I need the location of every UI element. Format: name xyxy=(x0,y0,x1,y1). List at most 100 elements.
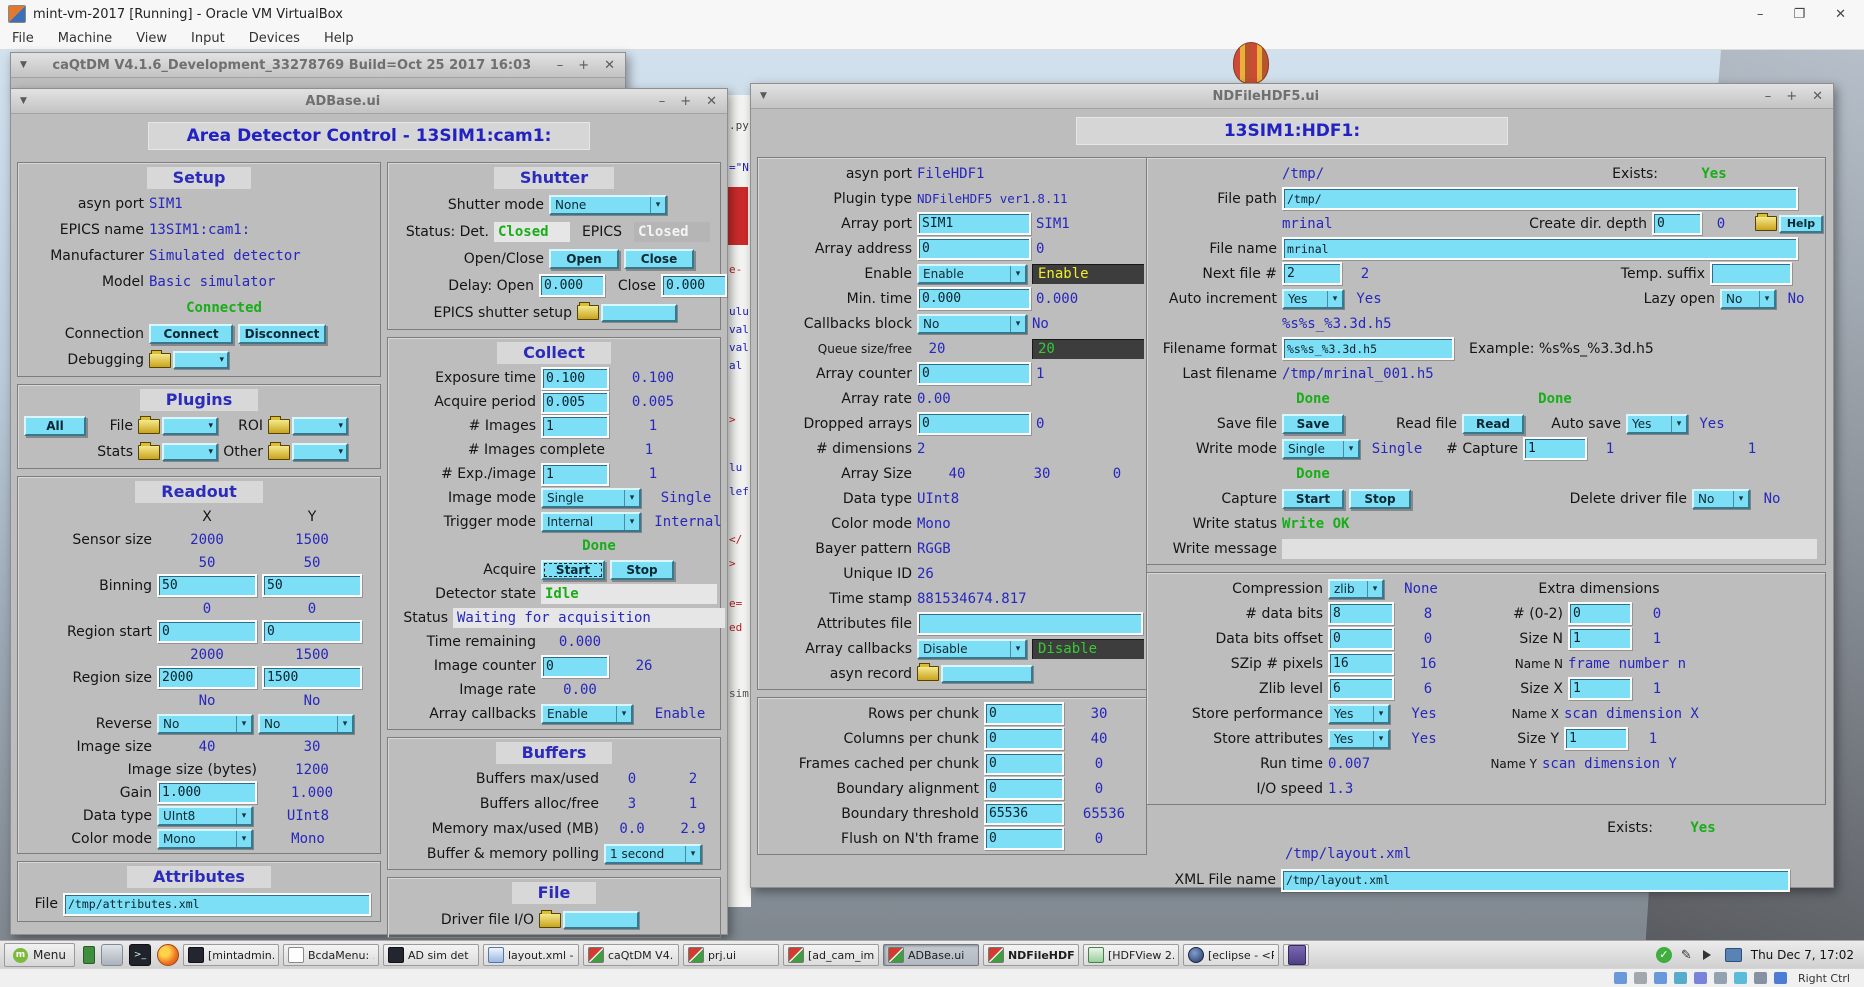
input-1[interactable]: 1 xyxy=(541,415,609,438)
menu-input[interactable]: Input xyxy=(191,31,225,46)
button-close[interactable]: Close xyxy=(624,249,694,269)
folder-menu-button[interactable]: ▾ xyxy=(138,443,218,461)
caqtdm-main-window[interactable]: ▼ caQtDM V4.1.6_Development_33278769 Bui… xyxy=(10,52,626,90)
select-yes[interactable]: Yes▾ xyxy=(1626,414,1688,434)
menu-view[interactable]: View xyxy=(136,31,167,46)
taskbar-window-ad-cam-im[interactable]: [ad_cam_im... xyxy=(783,944,879,966)
menu-devices[interactable]: Devices xyxy=(249,31,300,46)
input-0[interactable]: 0 xyxy=(984,702,1064,725)
close-icon[interactable]: ✕ xyxy=(1835,7,1846,22)
input-0[interactable]: 0 xyxy=(917,362,1031,385)
terminal-icon[interactable]: >_ xyxy=(129,944,151,966)
input-tmp[interactable]: /tmp/ xyxy=(1282,187,1798,210)
taskbar-window-eclipse-p[interactable]: [eclipse - <P... xyxy=(1183,944,1279,966)
close-icon[interactable]: ✕ xyxy=(604,58,615,73)
maximize-icon[interactable]: ❐ xyxy=(1793,7,1805,22)
button-read[interactable]: Read xyxy=(1462,414,1524,434)
select-1-second[interactable]: 1 second▾ xyxy=(604,844,702,864)
taskbar-window-prj-ui[interactable]: prj.ui xyxy=(683,944,779,966)
select-yes[interactable]: Yes▾ xyxy=(1328,729,1390,749)
hdd-icon[interactable] xyxy=(1614,972,1627,984)
button-disconnect[interactable]: Disconnect xyxy=(238,324,326,344)
select-enable[interactable]: Enable▾ xyxy=(541,704,633,724)
folder-menu-button[interactable] xyxy=(539,911,639,929)
button-start[interactable]: Start xyxy=(541,560,605,580)
menu-button[interactable]: m Menu xyxy=(4,943,75,967)
taskbar-window-eclipse-launcher[interactable] xyxy=(1283,944,1309,966)
shared-folder-icon[interactable] xyxy=(1714,972,1727,984)
button-open[interactable]: Open xyxy=(549,249,619,269)
select-yes[interactable]: Yes▾ xyxy=(1282,289,1344,309)
folder-menu-button[interactable] xyxy=(577,304,677,322)
menu-machine[interactable]: Machine xyxy=(58,31,112,46)
input-1[interactable]: 1 xyxy=(1523,437,1587,460)
input-s-s-3-3d-h5[interactable]: %s%s_%3.3d.h5 xyxy=(1282,337,1454,360)
button-connect[interactable]: Connect xyxy=(149,324,233,344)
hdf-titlebar[interactable]: ▼ NDFileHDF5.ui – + ✕ xyxy=(751,84,1833,109)
input-sim1[interactable]: SIM1 xyxy=(917,212,1031,235)
button-start[interactable]: Start xyxy=(1282,489,1344,509)
maximize-icon[interactable]: + xyxy=(1786,89,1797,104)
network-icon[interactable] xyxy=(1674,972,1687,984)
select-none[interactable]: None▾ xyxy=(549,195,667,215)
window-menu-icon[interactable]: ▼ xyxy=(20,96,27,106)
firefox-icon[interactable] xyxy=(157,944,179,966)
select-zlib[interactable]: zlib▾ xyxy=(1328,579,1384,599)
folder-menu-button[interactable] xyxy=(917,665,1033,683)
taskbar-window-ndfilehdf[interactable]: NDFileHDF... xyxy=(983,944,1079,966)
input-0[interactable]: 0 xyxy=(984,777,1064,800)
mouse-icon[interactable] xyxy=(1774,972,1787,984)
updates-shield-icon[interactable]: ✓ xyxy=(1656,947,1672,963)
menu-file[interactable]: File xyxy=(12,31,34,46)
recording-icon[interactable] xyxy=(1754,972,1767,984)
files-icon[interactable] xyxy=(101,944,123,966)
taskbar-window-caqtdm-v4[interactable]: caQtDM V4... xyxy=(583,944,679,966)
input-0-005[interactable]: 0.005 xyxy=(541,391,609,414)
taskbar-window-ad-sim-det[interactable]: AD sim det xyxy=(383,944,479,966)
input-1-000[interactable]: 1.000 xyxy=(157,781,257,804)
select-disable[interactable]: Disable▾ xyxy=(917,639,1027,659)
text-editor-icon[interactable]: ✎ xyxy=(1681,948,1692,963)
input-0[interactable]: 0 xyxy=(984,727,1064,750)
input-8[interactable]: 8 xyxy=(1328,602,1394,625)
select-no[interactable]: No▾ xyxy=(1720,289,1776,309)
close-icon[interactable]: ✕ xyxy=(706,94,717,109)
input-field[interactable] xyxy=(917,612,1143,635)
taskbar-window-adbase-ui[interactable]: ADBase.ui xyxy=(883,944,979,966)
select-no[interactable]: No▾ xyxy=(258,714,354,734)
input-65536[interactable]: 65536 xyxy=(984,802,1064,825)
select-single[interactable]: Single▾ xyxy=(541,488,641,508)
input-0[interactable]: 0 xyxy=(1328,627,1394,650)
menu-help[interactable]: Help xyxy=(324,31,354,46)
select-internal[interactable]: Internal▾ xyxy=(541,512,641,532)
taskbar-window-layout-xml[interactable]: layout.xml - ... xyxy=(483,944,579,966)
input-1[interactable]: 1 xyxy=(1568,627,1632,650)
select-no[interactable]: No▾ xyxy=(1692,489,1750,509)
minimize-icon[interactable]: – xyxy=(557,58,564,73)
folder-menu-button[interactable]: ▾ xyxy=(268,443,348,461)
button-save[interactable]: Save xyxy=(1282,414,1344,434)
input-0[interactable]: 0 xyxy=(984,827,1064,850)
background-editor-window[interactable]: .py="Ne-uluvalvalal>lulef</>e=edsim xyxy=(726,95,751,907)
input-16[interactable]: 16 xyxy=(1328,652,1394,675)
close-icon[interactable]: ✕ xyxy=(1812,89,1823,104)
taskbar-window-mintadmin[interactable]: [mintadmin... xyxy=(183,944,279,966)
taskbar-window-bcdamenu[interactable]: BcdaMenu: ... xyxy=(283,944,379,966)
input-0-000[interactable]: 0.000 xyxy=(539,274,605,297)
input-1[interactable]: 1 xyxy=(1564,727,1628,750)
maximize-icon[interactable]: + xyxy=(680,94,691,109)
input-50[interactable]: 50 xyxy=(262,574,362,597)
maximize-icon[interactable]: + xyxy=(578,58,589,73)
button-all[interactable]: All xyxy=(24,416,86,436)
folder-menu-button[interactable]: ▾ xyxy=(138,417,218,435)
input-0[interactable]: 0 xyxy=(984,752,1064,775)
input-mrinal[interactable]: mrinal xyxy=(1282,237,1798,260)
input-1500[interactable]: 1500 xyxy=(262,666,362,689)
input-0-000[interactable]: 0.000 xyxy=(917,287,1031,310)
input-0[interactable]: 0 xyxy=(262,620,362,643)
input-6[interactable]: 6 xyxy=(1328,677,1394,700)
input-0[interactable]: 0 xyxy=(1568,602,1632,625)
input-tmp-attributes-xml[interactable]: /tmp/attributes.xml xyxy=(63,893,371,916)
volume-icon[interactable] xyxy=(1703,950,1716,960)
input-0[interactable]: 0 xyxy=(157,620,257,643)
